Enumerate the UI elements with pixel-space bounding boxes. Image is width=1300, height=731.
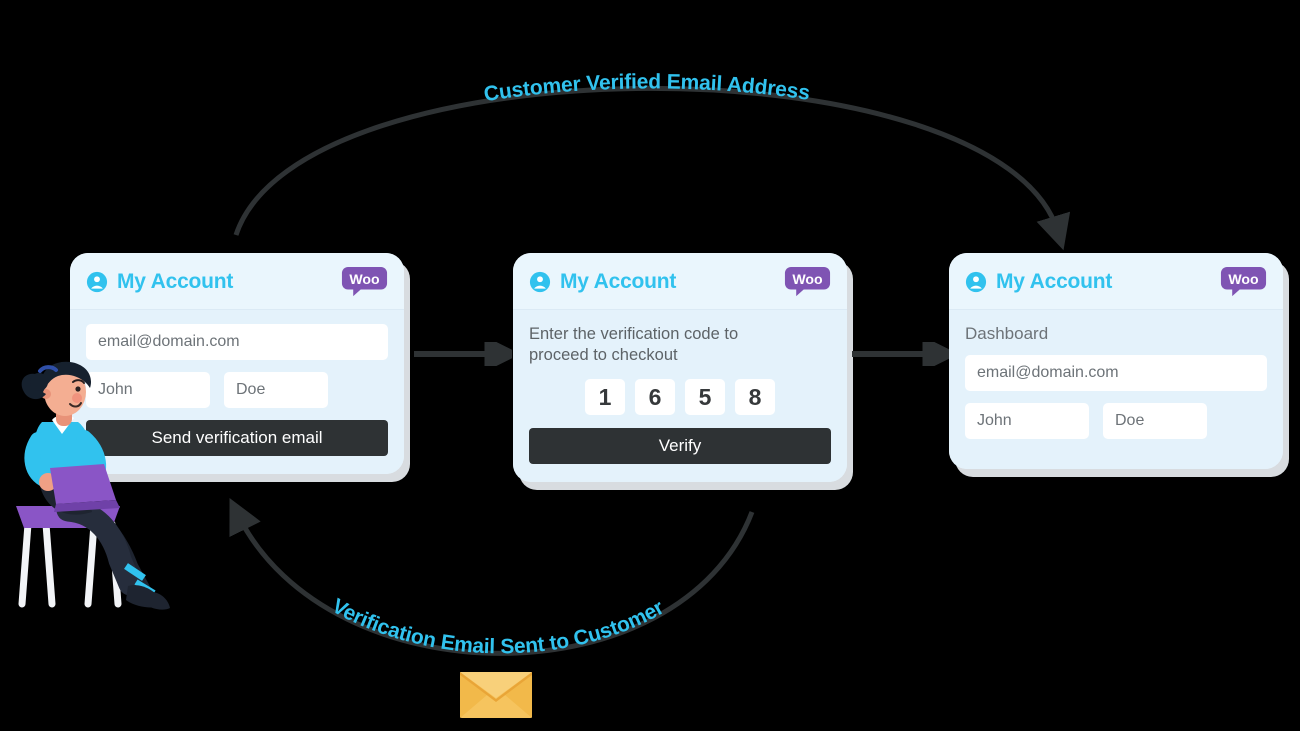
envelope-icon [460, 672, 532, 718]
verification-prompt: Enter the verification code to proceed t… [529, 325, 739, 365]
first-name-field[interactable]: John [965, 403, 1089, 439]
card-verify: My Account Woo Enter the verification co… [513, 253, 847, 483]
card-verify-header: My Account Woo [513, 253, 847, 310]
last-name-field[interactable]: Doe [224, 372, 328, 408]
code-digit-3[interactable]: 5 [685, 379, 725, 416]
user-circle-icon [965, 271, 987, 293]
card-signup-header-left: My Account [86, 270, 233, 294]
woocommerce-logo: Woo [1220, 266, 1267, 297]
svg-text:Woo: Woo [1228, 271, 1259, 287]
verification-code-inputs: 1 6 5 8 [529, 379, 831, 416]
code-digit-1[interactable]: 1 [585, 379, 625, 416]
card-dashboard: My Account Woo Dashboard email@domain.co… [949, 253, 1283, 469]
last-name-field[interactable]: Doe [1103, 403, 1207, 439]
user-circle-icon [529, 271, 551, 293]
diagram-canvas: Customer Verified Email Address Verifica… [0, 0, 1300, 731]
bottom-arc-line [229, 498, 755, 656]
name-fields-row: John Doe [965, 403, 1267, 439]
top-arc-line [233, 85, 1071, 251]
woocommerce-logo: Woo [341, 266, 388, 297]
card-signup-header: My Account Woo [70, 253, 404, 310]
card-verify-title: My Account [560, 270, 677, 293]
card-dashboard-body: Dashboard email@domain.com John Doe [949, 310, 1283, 469]
top-arc-label: Customer Verified Email Address [482, 70, 811, 106]
dashboard-section-label: Dashboard [965, 324, 1049, 343]
svg-text:Woo: Woo [349, 271, 380, 287]
user-circle-icon [86, 271, 108, 293]
code-digit-4[interactable]: 8 [735, 379, 775, 416]
email-field[interactable]: email@domain.com [965, 355, 1267, 391]
card-verify-header-left: My Account [529, 270, 676, 294]
bottom-arc-label: Verification Email Sent to Customer [328, 594, 668, 658]
card-dashboard-header-left: My Account [965, 270, 1112, 294]
woocommerce-logo: Woo [784, 266, 831, 297]
card-dashboard-header: My Account Woo [949, 253, 1283, 310]
card-dashboard-title: My Account [996, 270, 1113, 293]
email-field[interactable]: email@domain.com [86, 324, 388, 360]
verify-button[interactable]: Verify [529, 428, 831, 465]
card-verify-body: Enter the verification code to proceed t… [513, 310, 847, 483]
person-with-laptop-illustration [16, 361, 170, 610]
connector-arrow-verify-to-dashboard [852, 342, 950, 366]
card-signup-title: My Account [117, 270, 234, 293]
code-digit-2[interactable]: 6 [635, 379, 675, 416]
svg-text:Woo: Woo [792, 271, 823, 287]
connector-arrow-signup-to-verify [414, 342, 512, 366]
